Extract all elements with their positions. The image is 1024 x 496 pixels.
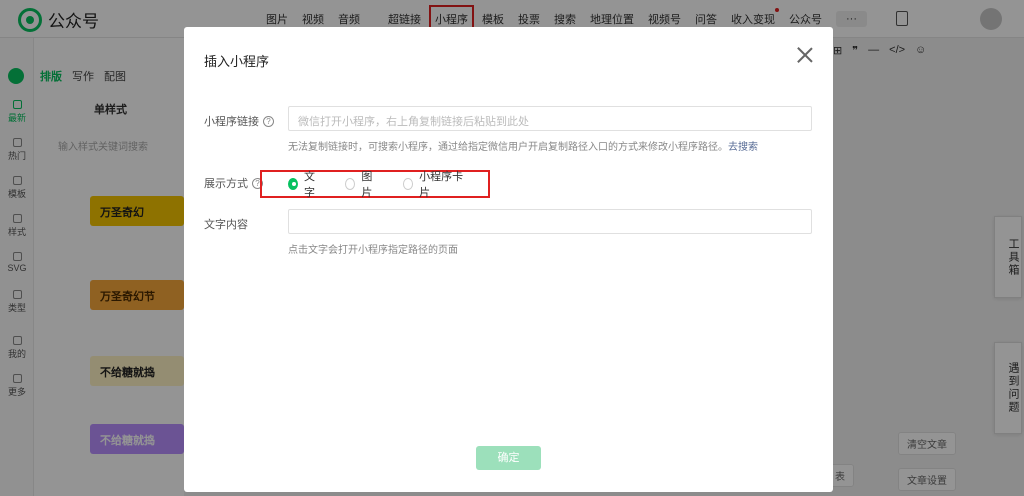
display-label: 展示方式 ? [204, 175, 263, 191]
insert-miniprogram-dialog: 插入小程序 小程序链接 ? 微信打开小程序，右上角复制链接后粘贴到此处 无法复制… [184, 27, 833, 492]
confirm-button[interactable]: 确定 [476, 446, 541, 470]
text-content-input[interactable] [288, 209, 812, 234]
radio-image[interactable]: 图片 [345, 168, 378, 200]
radio-checked-icon [288, 178, 298, 190]
radio-label: 文字 [303, 171, 315, 199]
link-label: 小程序链接 ? [204, 113, 274, 129]
radio-unchecked-icon [345, 178, 356, 190]
link-hint-text: 无法复制链接时，可搜索小程序，通过给指定微信用户开启复制路径入口的方式来修改小程… [288, 142, 728, 153]
radio-label: 图片 [361, 171, 373, 199]
display-mode-radio-group: 文字 图片 小程序卡片 [260, 168, 490, 200]
radio-label: 小程序卡片 [419, 171, 464, 199]
radio-text[interactable]: 文字 [288, 168, 321, 200]
display-label-text: 展示方式 [204, 178, 248, 190]
text-content-hint: 点击文字会打开小程序指定路径的页面 [288, 245, 458, 256]
miniprogram-link-input[interactable]: 微信打开小程序，右上角复制链接后粘贴到此处 [288, 106, 812, 131]
text-content-label: 文字内容 [204, 219, 248, 231]
go-search-link[interactable]: 去搜索 [728, 142, 758, 153]
link-label-text: 小程序链接 [204, 116, 259, 128]
close-icon[interactable] [797, 47, 813, 63]
radio-card[interactable]: 小程序卡片 [402, 168, 464, 200]
radio-unchecked-icon [402, 178, 414, 190]
dialog-title: 插入小程序 [204, 54, 270, 69]
link-hint: 无法复制链接时，可搜索小程序，通过给指定微信用户开启复制路径入口的方式来修改小程… [288, 138, 758, 153]
help-icon[interactable]: ? [263, 115, 274, 127]
